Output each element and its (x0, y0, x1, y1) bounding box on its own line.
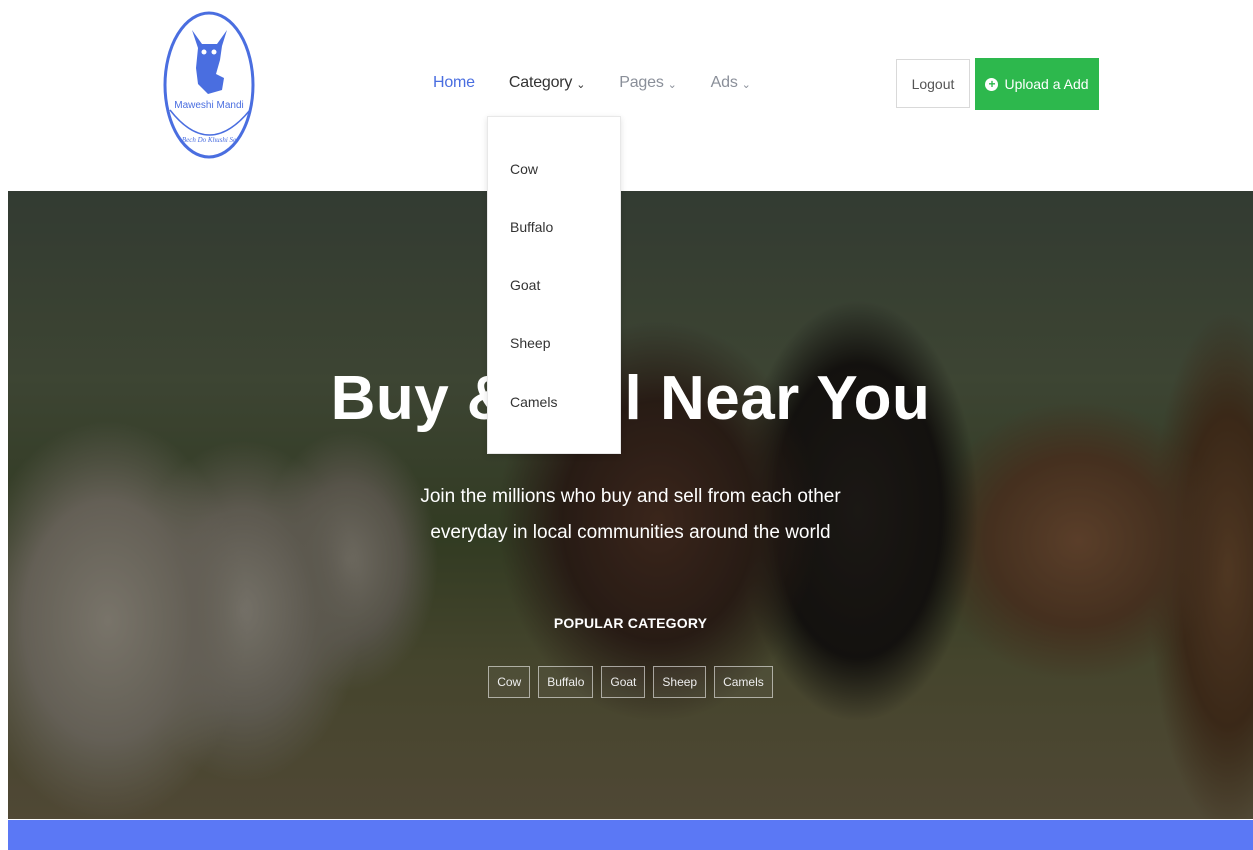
hero-subtitle: Join the millions who buy and sell from … (8, 479, 1253, 551)
tag-goat[interactable]: Goat (601, 666, 646, 698)
plus-circle-icon: + (985, 77, 999, 91)
tag-cow[interactable]: Cow (488, 666, 531, 698)
site-header: Maweshi Mandi Bech Do Khushi Se Home Cat… (0, 0, 1253, 190)
nav-ads[interactable]: Ads ⌄ (711, 74, 751, 92)
upload-ad-label: Upload a Add (1004, 76, 1089, 92)
tag-camels[interactable]: Camels (714, 666, 773, 698)
chevron-down-icon: ⌄ (741, 78, 751, 91)
maweshi-mandi-logo[interactable]: Maweshi Mandi Bech Do Khushi Se (162, 10, 257, 160)
nav-pages[interactable]: Pages ⌄ (619, 74, 677, 92)
main-nav: Home Category ⌄ Pages ⌄ Ads ⌄ (433, 74, 785, 92)
dropdown-item-sheep[interactable]: Sheep (510, 335, 550, 351)
popular-category-tags: Cow Buffalo Goat Sheep Camels (8, 666, 1253, 698)
tag-buffalo[interactable]: Buffalo (538, 666, 594, 698)
tag-sheep[interactable]: Sheep (653, 666, 707, 698)
nav-home[interactable]: Home (433, 74, 475, 92)
chevron-down-icon: ⌄ (576, 78, 586, 91)
category-dropdown-menu: Cow Buffalo Goat Sheep Camels (487, 116, 621, 454)
nav-category[interactable]: Category ⌄ (508, 74, 586, 92)
dropdown-item-camels[interactable]: Camels (510, 394, 557, 410)
hero-subtitle-line-1: Join the millions who buy and sell from … (420, 486, 841, 507)
dropdown-item-goat[interactable]: Goat (510, 277, 540, 293)
upload-ad-button[interactable]: + Upload a Add (975, 58, 1099, 110)
hero-subtitle-line-2: everyday in local communities around the… (430, 522, 831, 543)
popular-category-title: POPULAR CATEGORY (553, 615, 708, 631)
hero-banner: Buy & Sell Near You Join the millions wh… (8, 191, 1253, 819)
chevron-down-icon: ⌄ (667, 78, 677, 91)
nav-category-label: Category (508, 74, 573, 91)
nav-ads-label: Ads (710, 74, 738, 91)
dropdown-item-cow[interactable]: Cow (510, 161, 538, 177)
logo-brand-text: Maweshi Mandi (174, 100, 243, 111)
logout-button[interactable]: Logout (896, 59, 970, 108)
section-bar (8, 820, 1253, 850)
logout-label: Logout (911, 75, 955, 92)
logo-tagline-text: Bech Do Khushi Se (182, 136, 236, 144)
hero-title: Buy & Sell Near You (330, 364, 931, 433)
nav-pages-label: Pages (619, 74, 664, 91)
dropdown-item-buffalo[interactable]: Buffalo (510, 219, 553, 235)
nav-home-label: Home (433, 74, 475, 91)
